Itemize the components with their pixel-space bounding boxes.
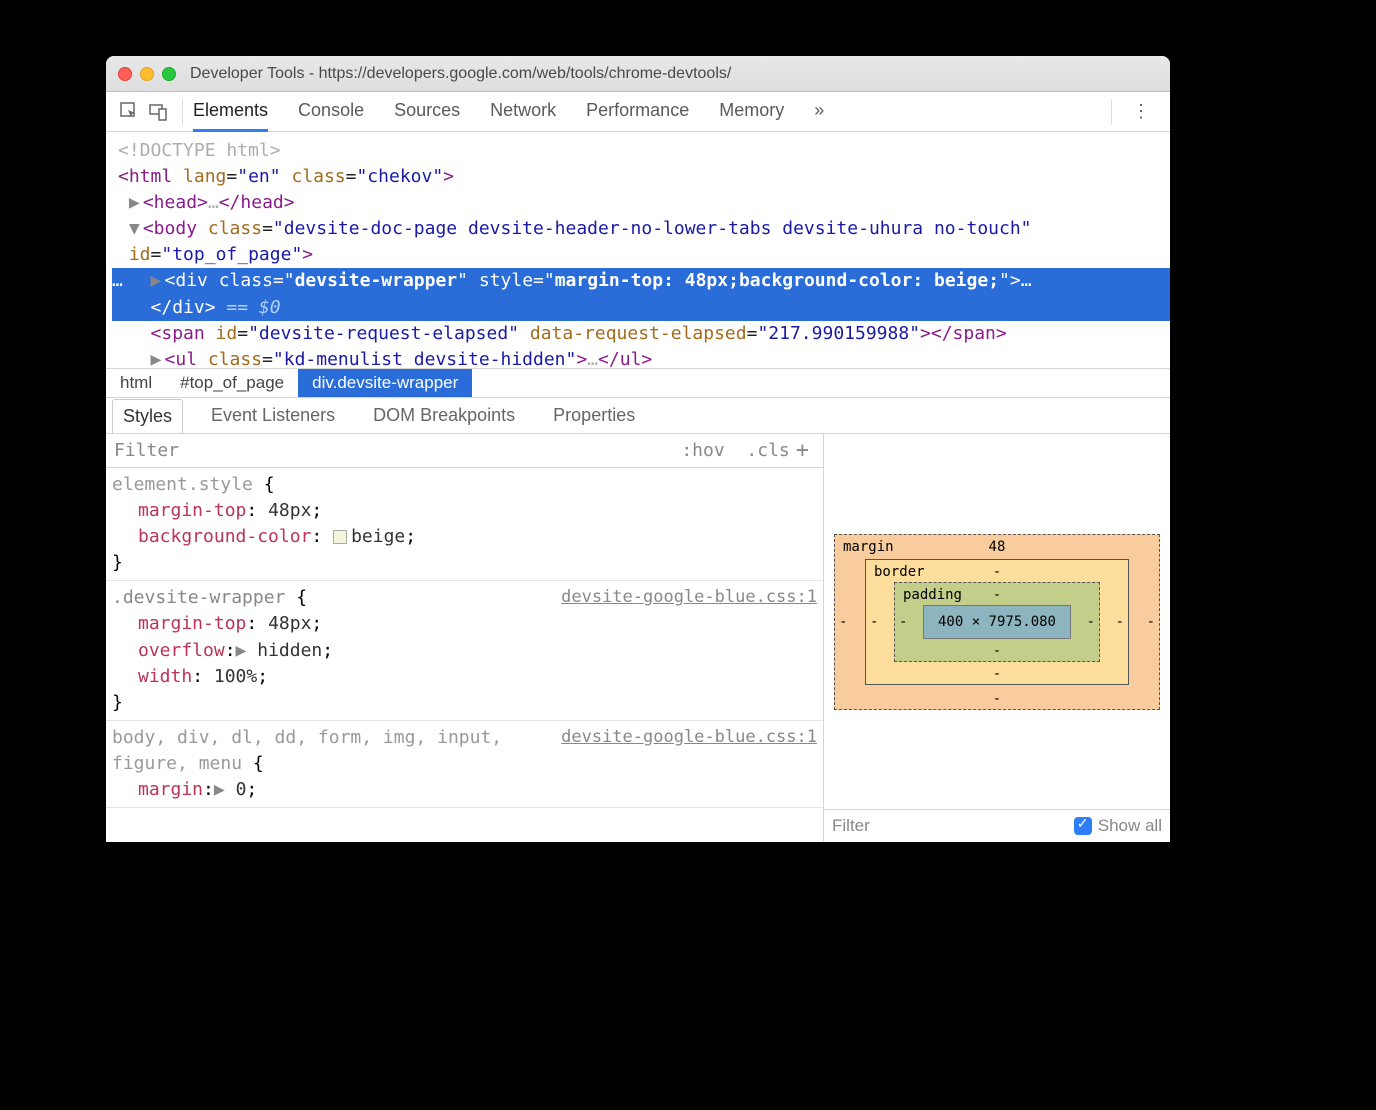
traffic-lights bbox=[118, 67, 176, 81]
main-toolbar: Elements Console Sources Network Perform… bbox=[106, 92, 1170, 132]
minimize-button[interactable] bbox=[140, 67, 154, 81]
subtab-dom-breakpoints[interactable]: DOM Breakpoints bbox=[363, 399, 525, 432]
add-rule-icon[interactable]: + bbox=[790, 438, 815, 463]
breadcrumbs: html #top_of_page div.devsite-wrapper bbox=[106, 368, 1170, 398]
more-menu-icon[interactable]: ⋮ bbox=[1122, 101, 1160, 122]
box-model[interactable]: margin 48 - - - border - - - - padding bbox=[824, 434, 1170, 809]
source-link[interactable]: devsite-google-blue.css:1 bbox=[561, 585, 817, 610]
crumb-selected[interactable]: div.devsite-wrapper bbox=[298, 369, 472, 397]
separator bbox=[1111, 99, 1112, 125]
hov-toggle[interactable]: :hov bbox=[681, 440, 724, 461]
window-title: Developer Tools - https://developers.goo… bbox=[190, 65, 731, 83]
rule-global[interactable]: devsite-google-blue.css:1 body, div, dl,… bbox=[106, 721, 823, 808]
box-content[interactable]: 400 × 7975.080 bbox=[923, 605, 1071, 639]
inspect-icon[interactable] bbox=[116, 98, 144, 126]
computed-pane: margin 48 - - - border - - - - padding bbox=[824, 434, 1170, 842]
color-swatch-icon[interactable] bbox=[333, 530, 347, 544]
tab-memory[interactable]: Memory bbox=[719, 92, 784, 132]
tab-sources[interactable]: Sources bbox=[394, 92, 460, 132]
dom-html[interactable]: <html lang="en" class="chekov"> bbox=[112, 164, 1170, 190]
sidebar-tabs: Styles Event Listeners DOM Breakpoints P… bbox=[106, 398, 1170, 434]
panel-tabs: Elements Console Sources Network Perform… bbox=[193, 92, 824, 132]
devtools-window: Developer Tools - https://developers.goo… bbox=[106, 56, 1170, 842]
tab-network[interactable]: Network bbox=[490, 92, 556, 132]
maximize-button[interactable] bbox=[162, 67, 176, 81]
rule-element-style[interactable]: element.style { margin-top: 48px; backgr… bbox=[106, 468, 823, 581]
titlebar: Developer Tools - https://developers.goo… bbox=[106, 56, 1170, 92]
show-all-label: Show all bbox=[1098, 816, 1162, 836]
computed-filter-row: Filter Show all bbox=[824, 809, 1170, 842]
dom-head[interactable]: ▶<head>…</head> bbox=[112, 190, 1170, 216]
close-button[interactable] bbox=[118, 67, 132, 81]
dom-span[interactable]: <span id="devsite-request-elapsed" data-… bbox=[112, 321, 1170, 347]
tab-performance[interactable]: Performance bbox=[586, 92, 689, 132]
dom-selected[interactable]: … ▶<div class="devsite-wrapper" style="m… bbox=[112, 268, 1170, 294]
styles-pane: Filter :hov .cls + element.style { margi… bbox=[106, 434, 824, 842]
tab-elements[interactable]: Elements bbox=[193, 92, 268, 132]
dom-selected-close[interactable]: </div> == $0 bbox=[112, 295, 1170, 321]
dom-tree[interactable]: <!DOCTYPE html> <html lang="en" class="c… bbox=[106, 132, 1170, 368]
show-all-checkbox[interactable] bbox=[1074, 817, 1092, 835]
crumb-body[interactable]: #top_of_page bbox=[166, 369, 298, 397]
crumb-html[interactable]: html bbox=[106, 369, 166, 397]
dom-body[interactable]: ▼<body class="devsite-doc-page devsite-h… bbox=[112, 216, 1170, 242]
separator bbox=[182, 99, 183, 125]
subtab-properties[interactable]: Properties bbox=[543, 399, 645, 432]
tab-console[interactable]: Console bbox=[298, 92, 364, 132]
tab-overflow[interactable]: » bbox=[814, 92, 824, 132]
device-toggle-icon[interactable] bbox=[144, 98, 172, 126]
dom-body-cont[interactable]: id="top_of_page"> bbox=[112, 242, 1170, 268]
filter-input[interactable]: Filter bbox=[114, 440, 179, 461]
panes: Filter :hov .cls + element.style { margi… bbox=[106, 434, 1170, 842]
styles-filter-row: Filter :hov .cls + bbox=[106, 434, 823, 468]
dom-doctype[interactable]: <!DOCTYPE html> bbox=[112, 138, 1170, 164]
cls-toggle[interactable]: .cls bbox=[746, 440, 789, 461]
subtab-listeners[interactable]: Event Listeners bbox=[201, 399, 345, 432]
source-link[interactable]: devsite-google-blue.css:1 bbox=[561, 725, 817, 750]
computed-filter-input[interactable]: Filter bbox=[832, 816, 870, 836]
subtab-styles[interactable]: Styles bbox=[112, 399, 183, 433]
dom-ul[interactable]: ▶<ul class="kd-menulist devsite-hidden">… bbox=[112, 347, 1170, 368]
rule-devsite-wrapper[interactable]: devsite-google-blue.css:1 .devsite-wrapp… bbox=[106, 581, 823, 720]
